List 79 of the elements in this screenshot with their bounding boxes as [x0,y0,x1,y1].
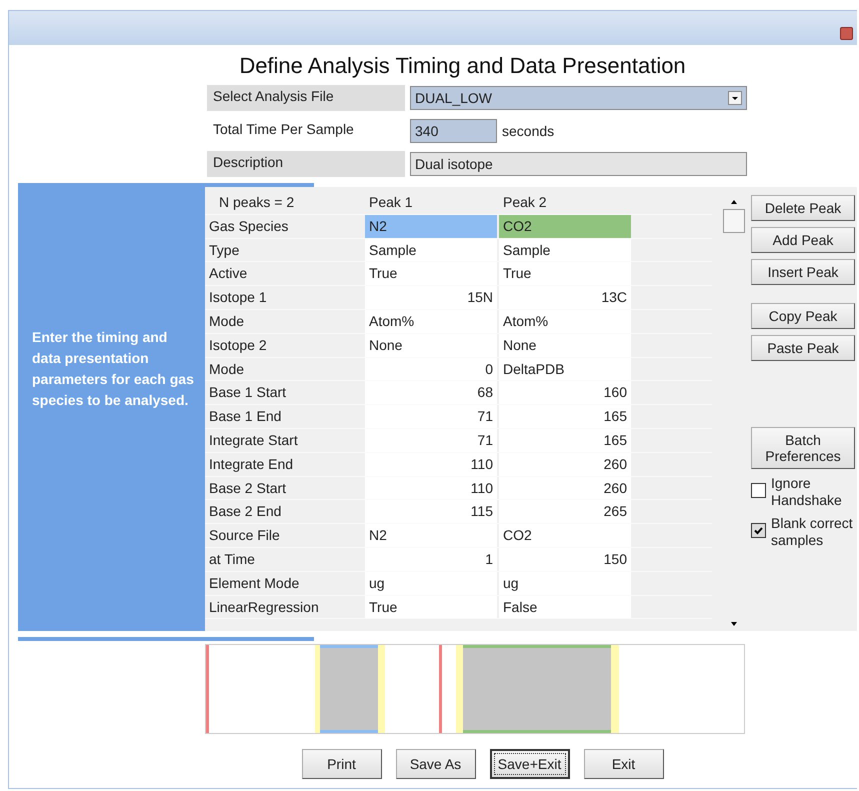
row-label: Gas Species [208,216,290,236]
table-cell[interactable]: 68 [365,381,497,404]
table-cell[interactable]: Atom% [365,310,497,333]
checkbox-label: Ignore Handshake [771,475,843,509]
field-label: Description [207,151,405,177]
checkbox[interactable] [751,523,766,538]
peak-button[interactable]: Copy Peak [751,303,855,329]
table-cell[interactable]: None [365,334,497,357]
table-cell[interactable]: 13C [499,286,631,309]
field-label: Select Analysis File [207,85,405,111]
table-cell[interactable]: 110 [365,452,497,476]
row-label: Element Mode [208,574,300,593]
table-cell[interactable]: Sample [499,238,631,262]
table-cell[interactable]: 71 [365,428,497,452]
row-label: Source File [208,526,281,546]
checkbox-label: Blank correct samples [771,515,854,549]
row-label: Mode [208,312,246,331]
description-field[interactable]: Dual isotope [410,152,747,176]
table-header: N peaks = 2 [218,193,296,212]
peak-button[interactable]: Add Peak [751,227,855,253]
row-label: Integrate Start [208,430,299,450]
row-label: LinearRegression [208,598,320,617]
table-cell[interactable]: True [365,262,497,286]
table-cell[interactable]: ug [499,572,631,595]
table-cell[interactable]: 265 [499,500,631,524]
table-cell[interactable]: 165 [499,405,631,428]
column-header: Peak 1 [368,193,414,212]
time-field[interactable]: 340 [410,119,497,143]
row-label: Mode [208,360,246,379]
hint-text: Enter the timing and data presentation parameters for each gas species to be analysed. [32,328,195,410]
table-cell[interactable]: 1 [365,548,497,571]
check-icon [753,525,764,536]
unit-label: seconds [502,123,554,139]
row-label: Active [208,264,248,284]
row-label: Isotope 2 [208,336,268,355]
table-cell[interactable]: CO2 [499,214,631,238]
row-label: Isotope 1 [208,288,268,308]
peak-button[interactable]: Delete Peak [751,195,855,221]
table-cell[interactable]: 260 [499,452,631,476]
table-cell[interactable]: True [365,596,497,618]
row-label: Base 2 End [208,502,282,522]
table-cell[interactable]: N2 [365,524,497,547]
table-cell[interactable]: 160 [499,381,631,404]
peak-button[interactable]: Paste Peak [751,335,855,361]
table-cell[interactable]: True [499,262,631,286]
table-cell[interactable]: Sample [365,238,497,262]
row-label: Type [208,240,240,260]
table-cell[interactable]: DeltaPDB [499,358,631,380]
table-cell[interactable]: None [499,334,631,357]
dialog-button[interactable]: Save+Exit [490,749,570,779]
table-cell[interactable]: Atom% [499,310,631,333]
row-label: Base 2 Start [208,478,288,498]
table-cell[interactable]: N2 [365,214,497,238]
dialog-button[interactable]: Print [302,749,382,779]
scroll-thumb[interactable] [723,209,745,233]
table-cell[interactable]: 110 [365,476,497,500]
table-cell[interactable]: False [499,596,631,618]
table-cell[interactable]: 71 [365,405,497,428]
table-cell[interactable]: 150 [499,548,631,571]
table-cell[interactable]: 165 [499,428,631,452]
field-label: Total Time Per Sample [212,120,355,139]
dialog-button[interactable]: Exit [584,749,664,779]
checkbox[interactable] [751,483,766,498]
peak-button[interactable]: Insert Peak [751,259,855,285]
column-header: Peak 2 [502,193,548,212]
window-title: Define Analysis Timing and Data Presentation [238,52,687,80]
peak-button[interactable]: Batch Preferences [751,427,855,469]
row-label: Base 1 Start [208,383,288,402]
table-cell[interactable]: CO2 [499,524,631,547]
table-cell[interactable]: 0 [365,358,497,380]
table-cell[interactable]: 115 [365,500,497,524]
dialog-button[interactable]: Save As [396,749,476,779]
table-cell[interactable]: ug [365,572,497,595]
row-label: Base 1 End [208,407,282,426]
row-label: at Time [208,550,256,569]
table-cell[interactable]: 15N [365,286,497,309]
table-cell[interactable]: 260 [499,476,631,500]
row-label: Integrate End [208,454,294,474]
file-dropdown[interactable]: DUAL_LOW [410,86,747,110]
